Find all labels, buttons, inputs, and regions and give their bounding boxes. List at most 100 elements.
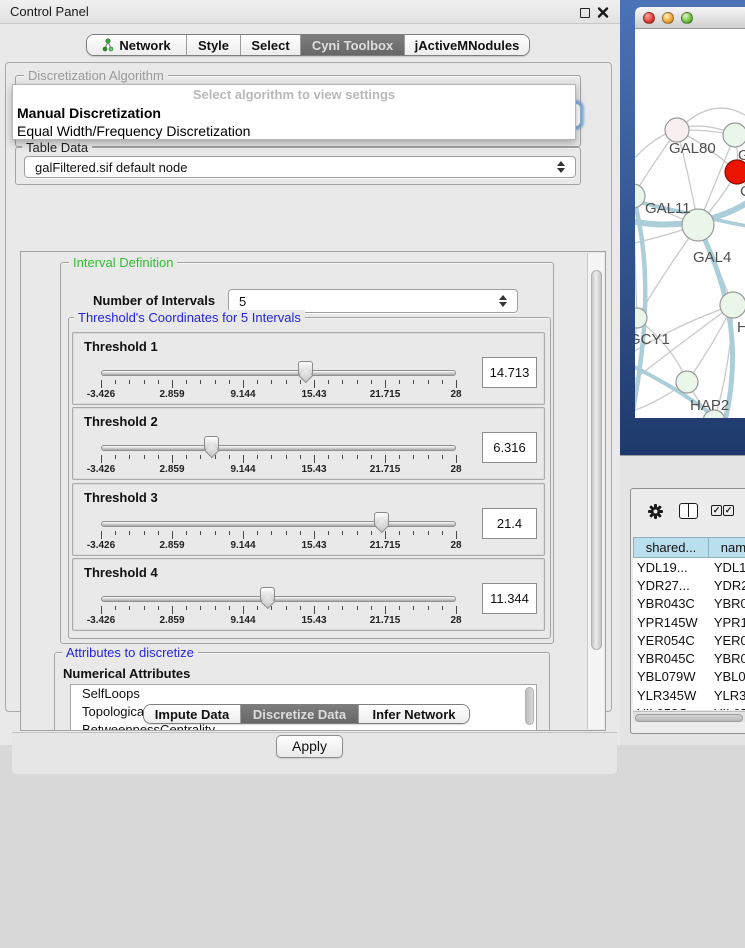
slider-thumb[interactable] bbox=[204, 436, 219, 450]
threshold-value-field[interactable]: 11.344 bbox=[482, 583, 537, 614]
network-node-label: HAP2 bbox=[690, 397, 729, 414]
table-row[interactable]: YLR345WYLR345W bbox=[633, 686, 745, 704]
network-node-label: C bbox=[740, 183, 745, 200]
tick-label: 15.43 bbox=[284, 464, 344, 475]
checkbox-icon[interactable]: ✓ bbox=[711, 505, 722, 516]
tab-impute-data[interactable]: Impute Data bbox=[144, 705, 241, 723]
tab-infer-network[interactable]: Infer Network bbox=[359, 705, 469, 723]
gear-icon[interactable] bbox=[647, 503, 664, 525]
dropdown-hint: Select algorithm to view settings bbox=[13, 87, 575, 102]
table-row[interactable]: YDL19...YDL19... bbox=[633, 558, 745, 576]
tab-network[interactable]: Network bbox=[87, 35, 187, 55]
slider-thumb[interactable] bbox=[260, 587, 275, 601]
network-node-label: GAL bbox=[738, 147, 745, 164]
threshold-slider-panel: Threshold 1-3.4262.8599.14415.4321.71528… bbox=[72, 332, 545, 405]
apply-button[interactable]: Apply bbox=[276, 735, 343, 758]
cyni-toolbox-panel: Discretization Algorithm Table Data galF… bbox=[5, 62, 612, 712]
close-traffic-light[interactable] bbox=[643, 12, 655, 24]
network-node[interactable] bbox=[720, 292, 745, 318]
tick-label: 2.859 bbox=[142, 615, 202, 626]
network-node-label: H bbox=[737, 319, 745, 336]
tick-label: 28 bbox=[426, 464, 486, 475]
spinner-icon bbox=[557, 161, 566, 173]
slider-thumb[interactable] bbox=[374, 512, 389, 526]
threshold-label: Threshold 3 bbox=[84, 490, 158, 505]
tick-label: 28 bbox=[426, 540, 486, 551]
zoom-traffic-light[interactable] bbox=[681, 12, 693, 24]
tick-label: -3.426 bbox=[71, 464, 131, 475]
slider-ticks bbox=[101, 455, 457, 464]
group-title: Interval Definition bbox=[69, 255, 177, 270]
scrollbar-thumb[interactable] bbox=[635, 714, 743, 722]
network-node-label: GAL4 bbox=[693, 249, 731, 266]
network-icon bbox=[102, 38, 114, 52]
cytopanel-tabs: Network Style Select Cyni Toolbox jActiv… bbox=[86, 34, 530, 56]
table-row[interactable]: YBR043CYBR043C bbox=[633, 595, 745, 613]
group-title: Table Data bbox=[22, 140, 92, 155]
horizontal-scrollbar[interactable] bbox=[633, 711, 745, 722]
tick-label: 9.144 bbox=[213, 464, 273, 475]
dropdown-option-manual[interactable]: Manual Discretization bbox=[17, 104, 573, 122]
threshold-value-field[interactable]: 14.713 bbox=[482, 357, 537, 388]
table-browser-window: ✓ ✓ shared... name YDL19...YDL19...YDR27… bbox=[630, 488, 745, 734]
table-row[interactable]: YER054CYER054C bbox=[633, 631, 745, 649]
column-header-name[interactable]: name bbox=[708, 537, 745, 558]
tick-label: 28 bbox=[426, 389, 486, 400]
network-node-label: GAL11 bbox=[645, 200, 691, 217]
table-data-select[interactable]: galFiltered.sif default node bbox=[24, 156, 576, 178]
network-node-label: GAL80 bbox=[669, 140, 716, 157]
table-row[interactable]: YIL052CYIL052C bbox=[633, 704, 745, 710]
slider-ticks bbox=[101, 606, 457, 615]
number-of-intervals-label: Number of Intervals bbox=[93, 293, 215, 308]
tab-discretize-data[interactable]: Discretize Data bbox=[241, 705, 359, 723]
table-row[interactable]: YDR27...YDR27... bbox=[633, 576, 745, 594]
table-row[interactable]: YBR045CYBR045C bbox=[633, 649, 745, 667]
tick-label: 9.144 bbox=[213, 389, 273, 400]
slider-track[interactable] bbox=[101, 445, 456, 451]
minimize-traffic-light[interactable] bbox=[662, 12, 674, 24]
dropdown-option-equal-width[interactable]: Equal Width/Frequency Discretization bbox=[17, 122, 573, 140]
threshold-slider-panel: Threshold 2-3.4262.8599.14415.4321.71528… bbox=[72, 407, 545, 480]
table-row[interactable]: YBL079WYBL079W bbox=[633, 668, 745, 686]
slider-track[interactable] bbox=[101, 521, 456, 527]
slider-track[interactable] bbox=[101, 596, 456, 602]
column-layout-icon[interactable] bbox=[679, 503, 698, 519]
network-node[interactable] bbox=[723, 123, 745, 147]
checkbox-icon[interactable]: ✓ bbox=[723, 505, 734, 516]
threshold-value-field[interactable]: 6.316 bbox=[482, 432, 537, 463]
tab-style[interactable]: Style bbox=[187, 35, 241, 55]
tick-label: -3.426 bbox=[71, 615, 131, 626]
scrollbar-thumb[interactable] bbox=[591, 270, 602, 650]
tick-label: 28 bbox=[426, 615, 486, 626]
tab-select[interactable]: Select bbox=[241, 35, 301, 55]
tick-label: 15.43 bbox=[284, 389, 344, 400]
vertical-scrollbar[interactable] bbox=[587, 253, 604, 729]
table-row[interactable]: YPR145WYPR145W bbox=[633, 613, 745, 631]
window-title: Control Panel bbox=[10, 4, 89, 19]
slider-thumb[interactable] bbox=[298, 361, 313, 375]
threshold-label: Threshold 1 bbox=[84, 339, 158, 354]
tick-label: 21.715 bbox=[355, 464, 415, 475]
network-node[interactable] bbox=[665, 118, 689, 142]
tab-cyni-toolbox[interactable]: Cyni Toolbox bbox=[301, 35, 405, 55]
slider-ticks bbox=[101, 531, 457, 540]
network-canvas[interactable]: GAL80GALCGAL11GAL4GCY1HHAP2 bbox=[635, 29, 745, 418]
table-data-group: Table Data galFiltered.sif default node bbox=[15, 147, 581, 185]
slider-track[interactable] bbox=[101, 370, 456, 376]
group-title: Discretization Algorithm bbox=[24, 68, 168, 83]
threshold-value-field[interactable]: 21.4 bbox=[482, 508, 537, 539]
column-header-shared-name[interactable]: shared... bbox=[633, 537, 708, 558]
thresholds-group: Threshold's Coordinates for 5 Intervals … bbox=[68, 317, 551, 639]
network-node[interactable] bbox=[676, 371, 698, 393]
tab-jactivemnodules[interactable]: jActiveMNodules bbox=[405, 35, 529, 55]
tick-label: 21.715 bbox=[355, 540, 415, 551]
list-scrollbar[interactable] bbox=[525, 687, 534, 725]
close-icon[interactable] bbox=[597, 6, 609, 19]
tick-label: 2.859 bbox=[142, 540, 202, 551]
attribute-list-item[interactable]: SelfLoops bbox=[71, 685, 536, 703]
tick-label: 2.859 bbox=[142, 389, 202, 400]
control-panel-titlebar: Control Panel bbox=[0, 0, 620, 24]
tick-label: 15.43 bbox=[284, 615, 344, 626]
slider-ticks bbox=[101, 380, 457, 389]
float-window-icon[interactable] bbox=[580, 8, 590, 18]
